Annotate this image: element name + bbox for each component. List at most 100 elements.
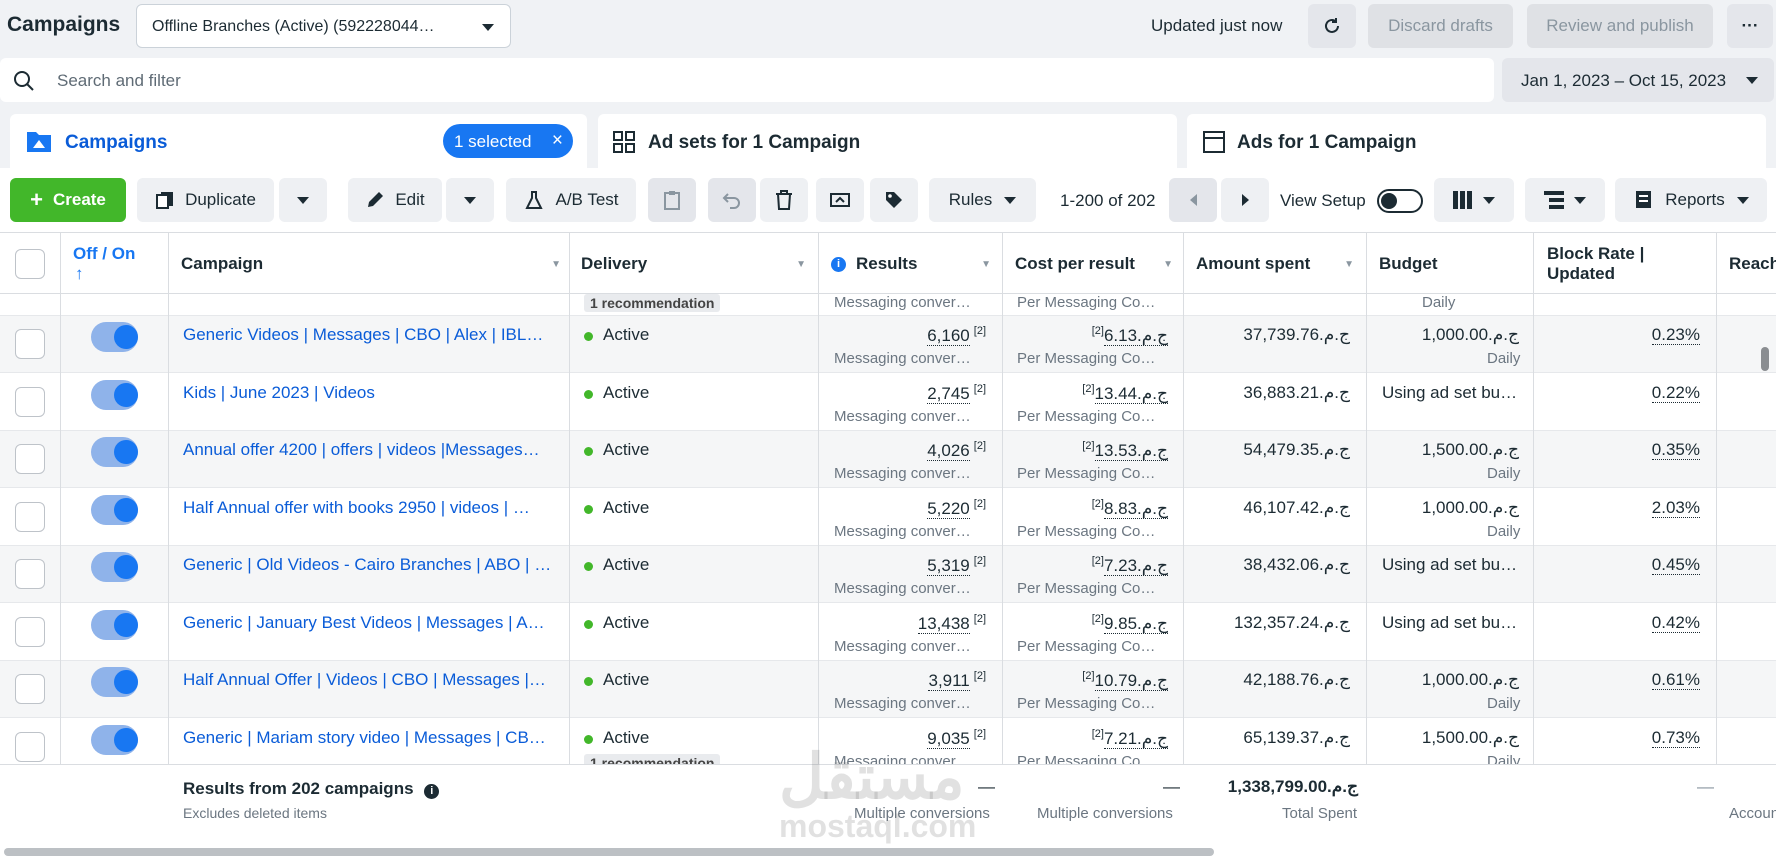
- block-rate-number[interactable]: 2.03%: [1651, 498, 1700, 518]
- block-rate-number[interactable]: 0.45%: [1651, 555, 1700, 575]
- row-checkbox[interactable]: [15, 617, 45, 647]
- results-number[interactable]: 3,911: [928, 670, 970, 691]
- cost-number[interactable]: ج.م.9.85: [1103, 613, 1168, 634]
- cost-number[interactable]: ج.م.7.23: [1103, 555, 1168, 576]
- more-options-button[interactable]: ···: [1727, 4, 1773, 48]
- campaign-toggle[interactable]: [91, 437, 138, 467]
- campaign-name-link[interactable]: Generic | Old Videos - Cairo Branches | …: [183, 555, 551, 575]
- cost-number[interactable]: ج.م.10.79: [1094, 670, 1168, 691]
- duplicate-button[interactable]: Duplicate: [137, 178, 274, 222]
- col-block-rate[interactable]: Block Rate | Updated: [1547, 233, 1687, 295]
- info-icon[interactable]: i: [424, 784, 440, 799]
- campaign-toggle[interactable]: [91, 380, 138, 410]
- ab-test-button[interactable]: A/B Test: [506, 178, 636, 222]
- select-all-checkbox[interactable]: [15, 249, 45, 279]
- prev-page-button[interactable]: [1169, 178, 1217, 222]
- col-delivery[interactable]: Delivery ▼: [581, 233, 806, 295]
- cost-number[interactable]: ج.م.7.21: [1103, 728, 1168, 749]
- table-row[interactable]: Generic | January Best Videos | Messages…: [0, 604, 1776, 661]
- campaign-toggle[interactable]: [91, 725, 138, 755]
- col-spent[interactable]: Amount spent ▼: [1196, 233, 1354, 295]
- campaign-name-link[interactable]: Half Annual Offer | Videos | CBO | Messa…: [183, 670, 546, 690]
- campaign-name-link[interactable]: Generic | January Best Videos | Messages…: [183, 613, 545, 633]
- table-row[interactable]: Kids | June 2023 | Videos Active 2,745 [2] M…: [0, 374, 1776, 431]
- table-row[interactable]: Generic Videos | Messages | CBO | Alex |…: [0, 316, 1776, 373]
- block-rate-number[interactable]: 0.42%: [1651, 613, 1700, 633]
- search-input[interactable]: Search and filter: [57, 71, 181, 91]
- row-checkbox[interactable]: [15, 444, 45, 474]
- campaign-toggle[interactable]: [91, 667, 138, 697]
- vertical-scrollbar[interactable]: [1761, 347, 1769, 371]
- col-budget[interactable]: Budget: [1379, 233, 1529, 295]
- results-number[interactable]: 5,319: [927, 555, 970, 576]
- col-campaign[interactable]: Campaign ▼: [181, 233, 561, 295]
- col-off-on[interactable]: Off / On ↑: [73, 233, 163, 295]
- edit-dropdown[interactable]: [446, 178, 494, 222]
- date-range-picker[interactable]: Jan 1, 2023 – Oct 15, 2023: [1502, 58, 1774, 102]
- campaign-name-link[interactable]: Annual offer 4200 | offers | videos |Mes…: [183, 440, 540, 460]
- cost-number[interactable]: ج.م.13.53: [1094, 440, 1168, 461]
- results-number[interactable]: 5,220: [927, 498, 970, 519]
- col-reach[interactable]: Reach: [1729, 233, 1776, 295]
- results-number[interactable]: 2,745: [927, 383, 970, 404]
- block-rate-number[interactable]: 0.73%: [1651, 728, 1700, 748]
- campaign-toggle[interactable]: [91, 495, 138, 525]
- block-rate-number[interactable]: 0.22%: [1651, 383, 1700, 403]
- view-setup-toggle[interactable]: [1377, 189, 1423, 213]
- edit-button[interactable]: Edit: [348, 178, 442, 222]
- cost-number[interactable]: ج.م.13.44: [1094, 383, 1168, 404]
- results-number[interactable]: 4,026: [927, 440, 970, 461]
- table-row[interactable]: Half Annual offer with books 2950 | vide…: [0, 489, 1776, 546]
- breakdown-button[interactable]: [1525, 178, 1605, 222]
- row-checkbox[interactable]: [15, 387, 45, 417]
- campaign-toggle[interactable]: [91, 322, 138, 352]
- recommendation-badge[interactable]: 1 recommendation: [584, 294, 721, 312]
- table-row[interactable]: Generic | Old Videos - Cairo Branches | …: [0, 546, 1776, 603]
- rules-button[interactable]: Rules: [929, 178, 1036, 222]
- export-button[interactable]: [816, 178, 864, 222]
- campaign-name-link[interactable]: Kids | June 2023 | Videos: [183, 383, 375, 403]
- columns-button[interactable]: [1434, 178, 1514, 222]
- review-publish-button[interactable]: Review and publish: [1527, 4, 1713, 48]
- clipboard-button[interactable]: [648, 178, 696, 222]
- account-selector[interactable]: Offline Branches (Active) (592228044…: [136, 4, 511, 48]
- row-checkbox[interactable]: [15, 502, 45, 532]
- row-checkbox[interactable]: [15, 674, 45, 704]
- block-rate-number[interactable]: 0.23%: [1651, 325, 1700, 345]
- delete-button[interactable]: [760, 178, 808, 222]
- table-row[interactable]: Half Annual Offer | Videos | CBO | Messa…: [0, 661, 1776, 718]
- block-rate-number[interactable]: 0.35%: [1651, 440, 1700, 460]
- tag-button[interactable]: [870, 178, 918, 222]
- campaign-toggle[interactable]: [91, 610, 138, 640]
- results-number[interactable]: 6,160: [927, 325, 970, 346]
- selected-badge[interactable]: 1 selected ×: [443, 124, 573, 158]
- campaign-toggle[interactable]: [91, 552, 138, 582]
- tab-campaigns[interactable]: Campaigns 1 selected ×: [10, 114, 587, 168]
- next-page-button[interactable]: [1221, 178, 1269, 222]
- campaign-name-link[interactable]: Generic Videos | Messages | CBO | Alex |…: [183, 325, 543, 345]
- create-button[interactable]: + Create: [10, 178, 126, 222]
- row-checkbox[interactable]: [15, 732, 45, 762]
- tab-ad-sets[interactable]: Ad sets for 1 Campaign: [598, 114, 1177, 168]
- close-icon[interactable]: ×: [552, 130, 563, 152]
- horizontal-scrollbar[interactable]: [4, 848, 1214, 856]
- duplicate-dropdown[interactable]: [279, 178, 327, 222]
- col-results[interactable]: i Results ▼: [831, 233, 991, 295]
- discard-drafts-button[interactable]: Discard drafts: [1368, 4, 1513, 48]
- cost-number[interactable]: ج.م.6.13: [1103, 325, 1168, 346]
- undo-button[interactable]: [708, 178, 756, 222]
- info-icon[interactable]: i: [831, 256, 846, 272]
- results-number[interactable]: 13,438: [917, 613, 970, 634]
- campaign-name-link[interactable]: Generic | Mariam story video | Messages …: [183, 728, 546, 748]
- campaign-name-link[interactable]: Half Annual offer with books 2950 | vide…: [183, 498, 530, 518]
- search-bar[interactable]: Search and filter: [0, 58, 1494, 102]
- block-rate-number[interactable]: 0.61%: [1651, 670, 1700, 690]
- row-checkbox[interactable]: [15, 559, 45, 589]
- reports-button[interactable]: Reports: [1615, 178, 1767, 222]
- col-cost[interactable]: Cost per result ▼: [1015, 233, 1173, 295]
- table-row[interactable]: Annual offer 4200 | offers | videos |Mes…: [0, 431, 1776, 488]
- cost-number[interactable]: ج.م.8.83: [1103, 498, 1168, 519]
- refresh-button[interactable]: [1308, 4, 1356, 48]
- row-checkbox[interactable]: [15, 329, 45, 359]
- tab-ads[interactable]: Ads for 1 Campaign: [1187, 114, 1766, 168]
